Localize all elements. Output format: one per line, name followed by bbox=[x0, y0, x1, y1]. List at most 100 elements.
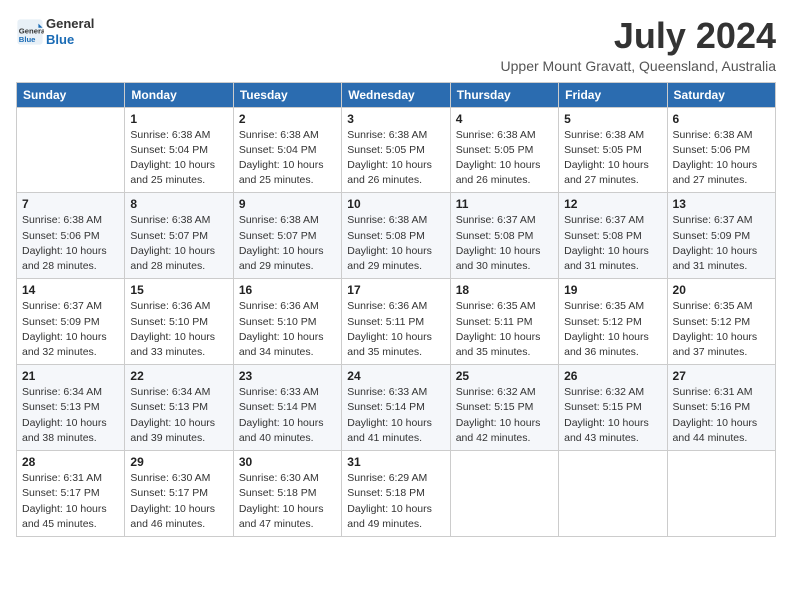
day-info: Sunrise: 6:37 AM Sunset: 5:09 PM Dayligh… bbox=[22, 299, 119, 360]
day-info: Sunrise: 6:37 AM Sunset: 5:09 PM Dayligh… bbox=[673, 213, 770, 274]
day-info: Sunrise: 6:31 AM Sunset: 5:17 PM Dayligh… bbox=[22, 471, 119, 532]
day-number: 7 bbox=[22, 197, 119, 211]
day-info: Sunrise: 6:37 AM Sunset: 5:08 PM Dayligh… bbox=[564, 213, 661, 274]
calendar-cell: 5Sunrise: 6:38 AM Sunset: 5:05 PM Daylig… bbox=[559, 107, 667, 193]
day-number: 15 bbox=[130, 283, 227, 297]
day-info: Sunrise: 6:29 AM Sunset: 5:18 PM Dayligh… bbox=[347, 471, 444, 532]
weekday-header-monday: Monday bbox=[125, 82, 233, 107]
weekday-header-row: SundayMondayTuesdayWednesdayThursdayFrid… bbox=[17, 82, 776, 107]
day-info: Sunrise: 6:34 AM Sunset: 5:13 PM Dayligh… bbox=[130, 385, 227, 446]
day-info: Sunrise: 6:33 AM Sunset: 5:14 PM Dayligh… bbox=[347, 385, 444, 446]
calendar-cell: 1Sunrise: 6:38 AM Sunset: 5:04 PM Daylig… bbox=[125, 107, 233, 193]
calendar-cell: 14 Sunrise: 6:37 AM Sunset: 5:09 PM Dayli… bbox=[17, 279, 125, 365]
calendar-week-3: 14 Sunrise: 6:37 AM Sunset: 5:09 PM Dayli… bbox=[17, 279, 776, 365]
logo-blue: Blue bbox=[46, 32, 94, 48]
day-number: 23 bbox=[239, 369, 336, 383]
day-number: 3 bbox=[347, 112, 444, 126]
day-number: 30 bbox=[239, 455, 336, 469]
calendar-cell: 7 Sunrise: 6:38 AM Sunset: 5:06 PM Daylig… bbox=[17, 193, 125, 279]
day-info: Sunrise: 6:34 AM Sunset: 5:13 PM Dayligh… bbox=[22, 385, 119, 446]
day-info: Sunrise: 6:33 AM Sunset: 5:14 PM Dayligh… bbox=[239, 385, 336, 446]
day-number: 6 bbox=[673, 112, 770, 126]
calendar-table: SundayMondayTuesdayWednesdayThursdayFrid… bbox=[16, 82, 776, 537]
logo-icon: General Blue bbox=[16, 18, 44, 46]
calendar-cell: 21Sunrise: 6:34 AM Sunset: 5:13 PM Dayli… bbox=[17, 365, 125, 451]
day-info: Sunrise: 6:38 AM Sunset: 5:04 PM Dayligh… bbox=[130, 128, 227, 189]
calendar-cell bbox=[17, 107, 125, 193]
calendar-cell: 26 Sunrise: 6:32 AM Sunset: 5:15 PM Dayli… bbox=[559, 365, 667, 451]
day-number: 12 bbox=[564, 197, 661, 211]
weekday-header-tuesday: Tuesday bbox=[233, 82, 341, 107]
calendar-cell: 27Sunrise: 6:31 AM Sunset: 5:16 PM Dayli… bbox=[667, 365, 775, 451]
calendar-cell: 16Sunrise: 6:36 AM Sunset: 5:10 PM Dayli… bbox=[233, 279, 341, 365]
day-info: Sunrise: 6:35 AM Sunset: 5:11 PM Dayligh… bbox=[456, 299, 553, 360]
day-number: 18 bbox=[456, 283, 553, 297]
day-number: 2 bbox=[239, 112, 336, 126]
calendar-week-2: 7 Sunrise: 6:38 AM Sunset: 5:06 PM Daylig… bbox=[17, 193, 776, 279]
day-info: Sunrise: 6:38 AM Sunset: 5:05 PM Dayligh… bbox=[564, 128, 661, 189]
day-info: Sunrise: 6:32 AM Sunset: 5:15 PM Dayligh… bbox=[456, 385, 553, 446]
calendar-cell: 8Sunrise: 6:38 AM Sunset: 5:07 PM Daylig… bbox=[125, 193, 233, 279]
calendar-cell: 19Sunrise: 6:35 AM Sunset: 5:12 PM Dayli… bbox=[559, 279, 667, 365]
day-number: 22 bbox=[130, 369, 227, 383]
day-number: 14 bbox=[22, 283, 119, 297]
day-info: Sunrise: 6:38 AM Sunset: 5:07 PM Dayligh… bbox=[130, 213, 227, 274]
logo-general: General bbox=[46, 16, 94, 32]
day-number: 25 bbox=[456, 369, 553, 383]
title-area: July 2024 Upper Mount Gravatt, Queenslan… bbox=[501, 16, 776, 74]
calendar-cell: 25 Sunrise: 6:32 AM Sunset: 5:15 PM Dayli… bbox=[450, 365, 558, 451]
calendar-cell bbox=[667, 451, 775, 537]
calendar-cell: 18 Sunrise: 6:35 AM Sunset: 5:11 PM Dayli… bbox=[450, 279, 558, 365]
day-info: Sunrise: 6:35 AM Sunset: 5:12 PM Dayligh… bbox=[564, 299, 661, 360]
day-info: Sunrise: 6:30 AM Sunset: 5:17 PM Dayligh… bbox=[130, 471, 227, 532]
day-info: Sunrise: 6:36 AM Sunset: 5:11 PM Dayligh… bbox=[347, 299, 444, 360]
calendar-cell: 29Sunrise: 6:30 AM Sunset: 5:17 PM Dayli… bbox=[125, 451, 233, 537]
calendar-cell: 6Sunrise: 6:38 AM Sunset: 5:06 PM Daylig… bbox=[667, 107, 775, 193]
calendar-cell: 22 Sunrise: 6:34 AM Sunset: 5:13 PM Dayli… bbox=[125, 365, 233, 451]
day-number: 9 bbox=[239, 197, 336, 211]
svg-text:Blue: Blue bbox=[19, 34, 36, 43]
day-number: 26 bbox=[564, 369, 661, 383]
day-info: Sunrise: 6:35 AM Sunset: 5:12 PM Dayligh… bbox=[673, 299, 770, 360]
day-info: Sunrise: 6:31 AM Sunset: 5:16 PM Dayligh… bbox=[673, 385, 770, 446]
day-info: Sunrise: 6:38 AM Sunset: 5:08 PM Dayligh… bbox=[347, 213, 444, 274]
calendar-cell: 9 Sunrise: 6:38 AM Sunset: 5:07 PM Daylig… bbox=[233, 193, 341, 279]
calendar-cell: 30Sunrise: 6:30 AM Sunset: 5:18 PM Dayli… bbox=[233, 451, 341, 537]
calendar-cell: 11Sunrise: 6:37 AM Sunset: 5:08 PM Dayli… bbox=[450, 193, 558, 279]
location-subtitle: Upper Mount Gravatt, Queensland, Austral… bbox=[501, 58, 776, 74]
calendar-cell: 31Sunrise: 6:29 AM Sunset: 5:18 PM Dayli… bbox=[342, 451, 450, 537]
day-info: Sunrise: 6:38 AM Sunset: 5:07 PM Dayligh… bbox=[239, 213, 336, 274]
day-number: 24 bbox=[347, 369, 444, 383]
day-number: 20 bbox=[673, 283, 770, 297]
calendar-week-1: 1Sunrise: 6:38 AM Sunset: 5:04 PM Daylig… bbox=[17, 107, 776, 193]
day-number: 17 bbox=[347, 283, 444, 297]
calendar-cell: 28 Sunrise: 6:31 AM Sunset: 5:17 PM Dayli… bbox=[17, 451, 125, 537]
weekday-header-wednesday: Wednesday bbox=[342, 82, 450, 107]
calendar-week-4: 21Sunrise: 6:34 AM Sunset: 5:13 PM Dayli… bbox=[17, 365, 776, 451]
month-year-title: July 2024 bbox=[501, 16, 776, 56]
day-number: 10 bbox=[347, 197, 444, 211]
day-info: Sunrise: 6:38 AM Sunset: 5:06 PM Dayligh… bbox=[22, 213, 119, 274]
calendar-cell: 17 Sunrise: 6:36 AM Sunset: 5:11 PM Dayli… bbox=[342, 279, 450, 365]
calendar-cell: 3 Sunrise: 6:38 AM Sunset: 5:05 PM Daylig… bbox=[342, 107, 450, 193]
weekday-header-friday: Friday bbox=[559, 82, 667, 107]
calendar-cell bbox=[559, 451, 667, 537]
page-header: General Blue General Blue July 2024 Uppe… bbox=[16, 16, 776, 74]
day-info: Sunrise: 6:37 AM Sunset: 5:08 PM Dayligh… bbox=[456, 213, 553, 274]
weekday-header-thursday: Thursday bbox=[450, 82, 558, 107]
calendar-cell: 12 Sunrise: 6:37 AM Sunset: 5:08 PM Dayli… bbox=[559, 193, 667, 279]
calendar-cell: 23 Sunrise: 6:33 AM Sunset: 5:14 PM Dayli… bbox=[233, 365, 341, 451]
day-info: Sunrise: 6:38 AM Sunset: 5:05 PM Dayligh… bbox=[347, 128, 444, 189]
day-info: Sunrise: 6:38 AM Sunset: 5:05 PM Dayligh… bbox=[456, 128, 553, 189]
calendar-cell: 4Sunrise: 6:38 AM Sunset: 5:05 PM Daylig… bbox=[450, 107, 558, 193]
calendar-cell: 2Sunrise: 6:38 AM Sunset: 5:04 PM Daylig… bbox=[233, 107, 341, 193]
day-info: Sunrise: 6:32 AM Sunset: 5:15 PM Dayligh… bbox=[564, 385, 661, 446]
calendar-cell: 13Sunrise: 6:37 AM Sunset: 5:09 PM Dayli… bbox=[667, 193, 775, 279]
weekday-header-saturday: Saturday bbox=[667, 82, 775, 107]
day-number: 28 bbox=[22, 455, 119, 469]
day-number: 16 bbox=[239, 283, 336, 297]
calendar-cell: 15 Sunrise: 6:36 AM Sunset: 5:10 PM Dayli… bbox=[125, 279, 233, 365]
day-info: Sunrise: 6:36 AM Sunset: 5:10 PM Dayligh… bbox=[130, 299, 227, 360]
logo-text: General Blue bbox=[46, 16, 94, 47]
calendar-cell: 20 Sunrise: 6:35 AM Sunset: 5:12 PM Dayli… bbox=[667, 279, 775, 365]
